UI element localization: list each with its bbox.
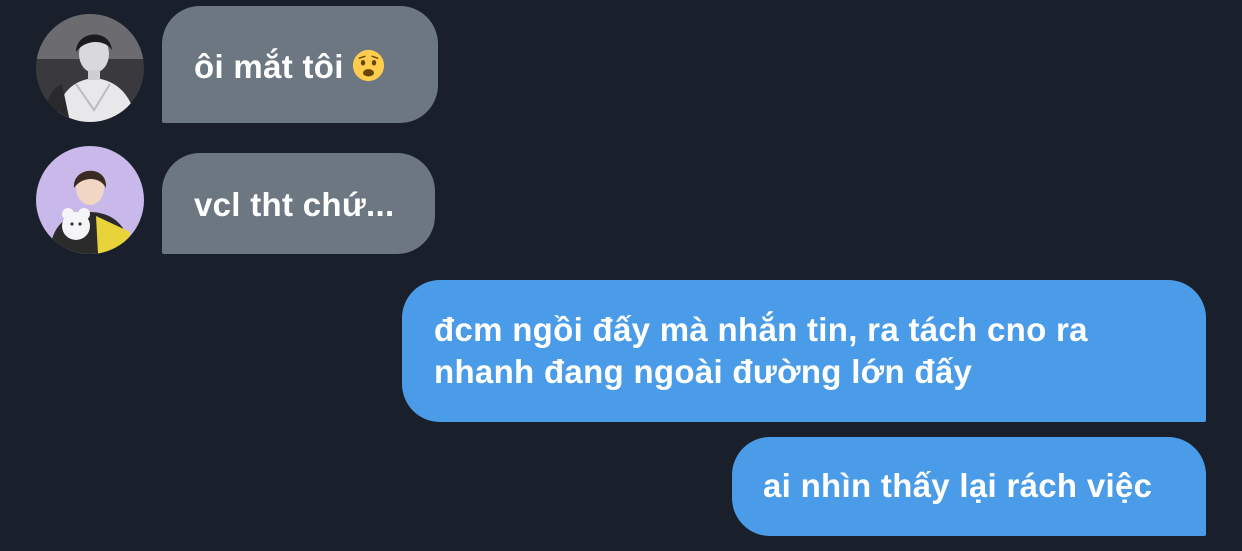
message-bubble-incoming[interactable]: ôi mắt tôi (162, 6, 438, 123)
message-text: ai nhìn thấy lại rách việc (763, 467, 1153, 504)
message-text: ôi mắt tôi (194, 48, 344, 85)
message-bubble-incoming[interactable]: vcl tht chứ... (162, 153, 435, 254)
message-bubble-outgoing[interactable]: đcm ngồi đấy mà nhắn tin, ra tách cno ra… (402, 280, 1206, 422)
message-text-line: đcm ngồi đấy mà nhắn tin, ra tách cno ra (434, 311, 1088, 348)
worried-face-emoji-icon (352, 49, 384, 82)
message-text-line: nhanh đang ngoài đường lớn đấy (434, 353, 973, 390)
sender-avatar[interactable] (36, 14, 144, 122)
sender-avatar[interactable] (36, 146, 144, 254)
message-text: vcl tht chứ... (194, 186, 395, 223)
message-bubble-outgoing[interactable]: ai nhìn thấy lại rách việc (732, 437, 1206, 536)
